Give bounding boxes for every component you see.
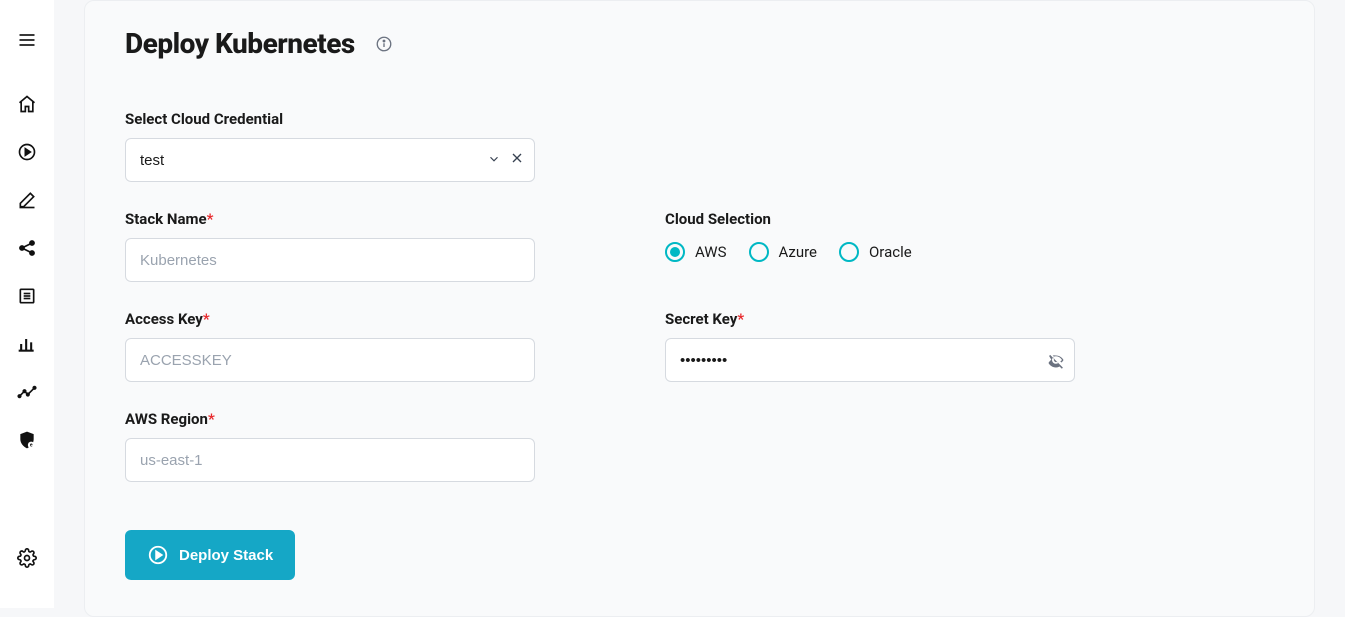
cloud-selection-label: Cloud Selection: [665, 210, 1125, 228]
awsregion-input[interactable]: [125, 438, 535, 482]
radio-azure[interactable]: Azure: [749, 242, 817, 262]
radio-aws-label: AWS: [695, 243, 727, 261]
secretkey-input[interactable]: [665, 338, 1075, 382]
deploy-button-label: Deploy Stack: [179, 547, 273, 564]
accesskey-label: Access Key*: [125, 310, 585, 328]
awsregion-group: AWS Region*: [125, 410, 585, 482]
radio-aws-indicator: [665, 242, 685, 262]
svg-text:e: e: [30, 443, 33, 449]
stackname-group: Stack Name*: [125, 210, 585, 282]
radio-azure-indicator: [749, 242, 769, 262]
deploy-card: Deploy Kubernetes Select Cloud Credentia…: [84, 0, 1315, 617]
edit-icon[interactable]: [9, 182, 45, 218]
radio-oracle-indicator: [839, 242, 859, 262]
clear-icon[interactable]: [509, 150, 525, 170]
radio-oracle-label: Oracle: [869, 243, 912, 261]
accesskey-input[interactable]: [125, 338, 535, 382]
info-icon[interactable]: [375, 35, 393, 53]
shield-icon[interactable]: e: [9, 422, 45, 458]
settings-icon[interactable]: [9, 540, 45, 576]
cloud-selection-group: Cloud Selection AWS Azure Oracle: [665, 210, 1125, 282]
trend-icon[interactable]: [9, 374, 45, 410]
secretkey-label: Secret Key*: [665, 310, 1125, 328]
play-circle-icon[interactable]: [9, 134, 45, 170]
credential-group: Select Cloud Credential: [125, 110, 585, 182]
deploy-stack-button[interactable]: Deploy Stack: [125, 530, 295, 580]
radio-aws[interactable]: AWS: [665, 242, 727, 262]
main-content: Deploy Kubernetes Select Cloud Credentia…: [54, 0, 1345, 608]
radio-azure-label: Azure: [779, 243, 817, 261]
secretkey-group: Secret Key*: [665, 310, 1125, 382]
radio-oracle[interactable]: Oracle: [839, 242, 912, 262]
share-icon[interactable]: [9, 230, 45, 266]
credential-label: Select Cloud Credential: [125, 110, 585, 128]
visibility-off-icon[interactable]: [1047, 351, 1065, 369]
list-icon[interactable]: [9, 278, 45, 314]
home-icon[interactable]: [9, 86, 45, 122]
sidebar: e: [0, 0, 54, 608]
awsregion-label: AWS Region*: [125, 410, 585, 428]
menu-icon[interactable]: [9, 22, 45, 58]
bar-chart-icon[interactable]: [9, 326, 45, 362]
accesskey-group: Access Key*: [125, 310, 585, 382]
credential-select[interactable]: [125, 138, 535, 182]
chevron-down-icon[interactable]: [487, 151, 501, 170]
page-title: Deploy Kubernetes: [125, 27, 355, 60]
stackname-input[interactable]: [125, 238, 535, 282]
stackname-label: Stack Name*: [125, 210, 585, 228]
